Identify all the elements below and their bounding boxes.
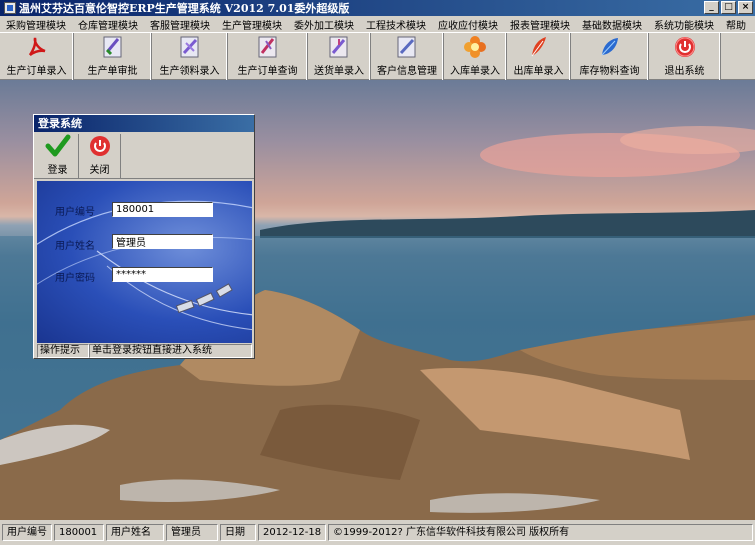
maximize-button[interactable]: □ (721, 1, 736, 14)
status-date-label: 日期 (220, 524, 256, 541)
main-toolbar: 生产订单录入 生产单审批 生产领料录入 生产订单查询 送货单录入 客户信息管理 (0, 32, 755, 80)
status-date: 2012-12-18 (258, 524, 326, 541)
status-user-name-label: 用户姓名 (106, 524, 164, 541)
stock-in-entry-button[interactable]: 入库单录入 (444, 33, 507, 80)
delivery-note-entry-button[interactable]: 送货单录入 (308, 33, 371, 80)
power-icon (88, 134, 112, 161)
production-material-entry-button[interactable]: 生产领料录入 (152, 33, 228, 80)
status-user-id-label: 用户编号 (2, 524, 52, 541)
feather-icon (527, 35, 551, 59)
login-dialog: 登录系统 登录 关闭 用户编号 用户姓名 用户密码 (33, 114, 255, 359)
leaf-icon (598, 35, 622, 59)
menu-system[interactable]: 系统功能模块 (648, 17, 720, 32)
production-approval-button[interactable]: 生产单审批 (74, 33, 152, 80)
login-toolbar: 登录 关闭 (34, 132, 254, 179)
query-doc-icon (256, 35, 280, 59)
status-user-name: 管理员 (166, 524, 218, 541)
approve-doc-icon (101, 35, 125, 59)
hint-label: 操作提示 (37, 344, 89, 358)
menu-reports[interactable]: 报表管理模块 (504, 17, 576, 32)
checkmark-icon (45, 134, 71, 161)
production-order-query-button[interactable]: 生产订单查询 (228, 33, 308, 80)
menu-base-data[interactable]: 基础数据模块 (576, 17, 648, 32)
password-label: 用户密码 (55, 273, 95, 284)
menu-outsourcing[interactable]: 委外加工模块 (288, 17, 360, 32)
flower-icon (463, 35, 487, 59)
minimize-button[interactable]: _ (704, 1, 719, 14)
menu-customer-service[interactable]: 客服管理模块 (144, 17, 216, 32)
status-bar: 用户编号 180001 用户姓名 管理员 日期 2012-12-18 ©1999… (0, 520, 755, 545)
material-doc-icon (178, 35, 202, 59)
password-input[interactable] (112, 267, 213, 282)
menu-purchase[interactable]: 采购管理模块 (0, 17, 72, 32)
delivery-doc-icon (327, 35, 351, 59)
user-name-label: 用户姓名 (55, 241, 95, 252)
close-window-button[interactable]: × (738, 1, 753, 14)
user-name-input[interactable] (112, 234, 213, 249)
customer-info-button[interactable]: 客户信息管理 (371, 33, 444, 80)
login-button[interactable]: 登录 (37, 134, 79, 178)
status-copyright: ©1999-2012? 广东信华软件科技有限公司 版权所有 (328, 524, 753, 541)
production-order-entry-button[interactable]: 生产订单录入 (0, 33, 74, 80)
pdf-icon (25, 35, 49, 59)
exit-system-button[interactable]: 退出系统 (649, 33, 721, 80)
menu-bar: 采购管理模块 仓库管理模块 客服管理模块 生产管理模块 委外加工模块 工程技术模… (0, 16, 755, 32)
stock-out-entry-button[interactable]: 出库单录入 (507, 33, 571, 80)
window-title: 温州艾芬达百意伦智控ERP生产管理系统 V2012 7.01委外超级版 (19, 2, 350, 15)
menu-production[interactable]: 生产管理模块 (216, 17, 288, 32)
user-id-label: 用户编号 (55, 207, 95, 218)
hint-text: 单击登录按钮直接进入系统 (89, 344, 252, 358)
login-dialog-title: 登录系统 (34, 115, 254, 132)
status-user-id: 180001 (54, 524, 104, 541)
power-icon (673, 35, 697, 59)
customer-doc-icon (395, 35, 419, 59)
login-form-panel: 用户编号 用户姓名 用户密码 (37, 181, 252, 343)
close-login-button[interactable]: 关闭 (79, 134, 121, 178)
menu-warehouse[interactable]: 仓库管理模块 (72, 17, 144, 32)
login-hint-bar: 操作提示 单击登录按钮直接进入系统 (37, 344, 252, 358)
inventory-query-button[interactable]: 库存物料查询 (571, 33, 649, 80)
menu-help[interactable]: 帮助 (720, 17, 752, 32)
menu-receivables[interactable]: 应收应付模块 (432, 17, 504, 32)
menu-engineering[interactable]: 工程技术模块 (360, 17, 432, 32)
user-id-input[interactable] (112, 202, 213, 217)
app-icon[interactable] (4, 2, 16, 14)
title-bar: 温州艾芬达百意伦智控ERP生产管理系统 V2012 7.01委外超级版 _ □ … (0, 0, 755, 16)
